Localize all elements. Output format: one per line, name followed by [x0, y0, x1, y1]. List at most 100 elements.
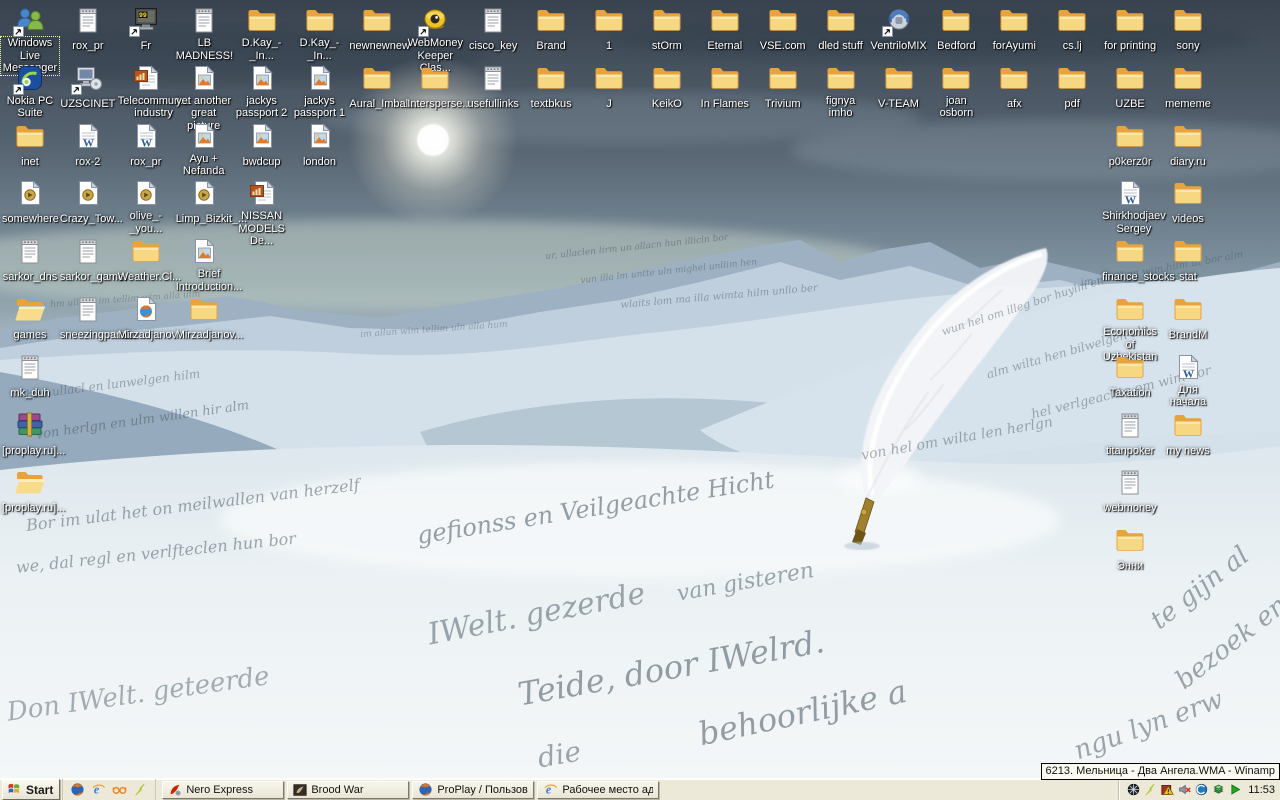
taskbar-task-proplay-пользова[interactable]: ProPlay / Пользова...	[412, 781, 534, 799]
desktop-icon-mk-duh[interactable]: mk_duh	[1, 351, 59, 401]
desktop-icon-uzbe[interactable]: UZBE	[1101, 62, 1159, 112]
svg-text:W: W	[141, 137, 152, 149]
desktop-icon-newnewnew[interactable]: newnewnew	[348, 4, 406, 54]
desktop-icon-titanpoker[interactable]: titanpoker	[1101, 409, 1159, 459]
desktop-icon-videos[interactable]: videos	[1159, 177, 1217, 227]
desktop-icon-bwdcup[interactable]: bwdcup	[233, 120, 291, 170]
play-triangle-tray-icon[interactable]	[1228, 783, 1242, 797]
muted-volume-tray-icon[interactable]	[1177, 783, 1191, 797]
desktop-icon-mirzadjanov[interactable]: Mirzadjanov	[117, 293, 175, 343]
desktop-icon-joan-osborn[interactable]: joan osborn	[927, 62, 985, 122]
firefox-icon[interactable]	[69, 782, 85, 798]
desktop-icon-for-printing[interactable]: for printing	[1101, 4, 1159, 54]
desktop-icon-in-flames[interactable]: In Flames	[696, 62, 754, 112]
desktop-icon-fignya-imho[interactable]: fignya imho	[812, 62, 870, 122]
desktop-icon-dled-stuff[interactable]: dled stuff	[812, 4, 870, 54]
icon-label: mememe	[1164, 98, 1212, 111]
desktop-icon-sony[interactable]: sony	[1159, 4, 1217, 54]
desktop-icon-storm[interactable]: stOrm	[638, 4, 696, 54]
icon-label: VentriloMIX	[870, 40, 928, 53]
desktop-icon-brand[interactable]: Brand	[522, 4, 580, 54]
desktop-icon-ayu-nefanda[interactable]: Ayu + Nefanda	[175, 120, 233, 180]
desktop-icon-nokia-pc-suite[interactable]: Nokia PC Suite	[1, 62, 59, 122]
desktop-icon-stat[interactable]: stat	[1159, 235, 1217, 285]
desktop-icon-nissan-models-de[interactable]: NISSAN MODELS De...	[233, 177, 291, 249]
taskbar-task-nero-express[interactable]: Nero Express	[162, 781, 284, 799]
desktop-icon-ventrilomix[interactable]: VentriloMIX	[870, 4, 928, 54]
desktop-icon-1[interactable]: 1	[580, 4, 638, 54]
desktop-icon-taxation[interactable]: Taxation	[1101, 351, 1159, 401]
desktop-icon-games[interactable]: games	[1, 293, 59, 343]
warning-shield-tray-icon[interactable]	[1160, 783, 1174, 797]
desktop-icon-telecommun-industry[interactable]: Telecommun... industry	[117, 62, 175, 122]
desktop-icon-j[interactable]: J	[580, 62, 638, 112]
desktop-icon-aural-imbal[interactable]: Aural_Imbal...	[348, 62, 406, 112]
desktop-icon-diary-ru[interactable]: diary.ru	[1159, 120, 1217, 170]
dark-globe-tray-icon[interactable]	[1126, 783, 1140, 797]
desktop-icon-my-news[interactable]: my news	[1159, 409, 1217, 459]
desktop-icon-webmoney[interactable]: webmoney	[1101, 466, 1159, 516]
desktop-icon-jackys-passport-2[interactable]: jackys passport 2	[233, 62, 291, 122]
blue-disc-tray-icon[interactable]	[1194, 783, 1208, 797]
glasses-icon[interactable]	[111, 782, 127, 798]
taskbar-task-рабочее-место-адм[interactable]: eРабочее место адм...	[537, 781, 659, 799]
desktop-icon-vse-com[interactable]: VSE.com	[754, 4, 812, 54]
green-stack-tray-icon[interactable]	[1211, 783, 1225, 797]
icon-label: Mirzadjanov	[117, 329, 178, 342]
desktop-icon-olive-you[interactable]: olive_-_you...	[117, 177, 175, 237]
desktop-icon-finance-stocks[interactable]: finance_stocks	[1101, 235, 1159, 285]
desktop-icon-textbkus[interactable]: textbkus	[522, 62, 580, 112]
desktop-icon-mirzadjanov[interactable]: Mirzadjanov...	[175, 293, 233, 343]
desktop-icon-для-начала[interactable]: WДля начала	[1159, 351, 1217, 411]
desktop-icon-usefullinks[interactable]: usefullinks	[464, 62, 522, 112]
desktop-icon-proplay-ru[interactable]: [proplay.ru]...	[1, 466, 59, 516]
desktop-icon-bedford[interactable]: Bedford	[927, 4, 985, 54]
desktop-icon-limp-bizkit[interactable]: Limp_Bizkit_...	[175, 177, 233, 227]
desktop-icon-brandm[interactable]: BrandM	[1159, 293, 1217, 343]
desktop-icon-rox-pr[interactable]: rox_pr	[59, 4, 117, 54]
desktop-icon-jackys-passport-1[interactable]: jackys passport 1	[291, 62, 349, 122]
icon-label: textbkus	[530, 98, 573, 111]
desktop-icon-inet[interactable]: inet	[1, 120, 59, 170]
desktop-icon-rox-2[interactable]: Wrox-2	[59, 120, 117, 170]
desktop-icon-somewhere[interactable]: somewhere	[1, 177, 59, 227]
quick-launch: e	[62, 779, 156, 800]
desktop-icon-proplay-ru[interactable]: [proplay.ru]...	[1, 409, 59, 459]
desktop-icon-eternal[interactable]: Eternal	[696, 4, 754, 54]
desktop-icon-p0kerz0r[interactable]: p0kerz0r	[1101, 120, 1159, 170]
desktop-icon-shirkhodjaev-sergey[interactable]: WShirkhodjaev Sergey	[1101, 177, 1159, 237]
desktop-icon-forayumi[interactable]: forAyumi	[985, 4, 1043, 54]
desktop-icon-intersperse[interactable]: Intersperse...	[406, 62, 464, 112]
desktop-icon-fr[interactable]: 99Fr	[117, 4, 175, 54]
imagedoc-icon	[246, 120, 278, 152]
taskbar-task-brood-war[interactable]: Brood War	[287, 781, 409, 799]
desktop-icon-trivium[interactable]: Trivium	[754, 62, 812, 112]
desktop-icon-mememe[interactable]: mememe	[1159, 62, 1217, 112]
desktop-icon-cs-lj[interactable]: cs.lj	[1043, 4, 1101, 54]
desktop-icon-rox-pr[interactable]: Wrox_pr	[117, 120, 175, 170]
desktop[interactable]: ur, ullaclen lirm un allacn hun illicln …	[0, 0, 1280, 778]
desktop-icon-d-kay-in[interactable]: D.Kay_-_In...	[233, 4, 291, 64]
lightning-tray-icon[interactable]	[1143, 783, 1157, 797]
desktop-icon-weather-cl[interactable]: Weather.Cl...	[117, 235, 175, 285]
desktop-icon-sarkor-dns[interactable]: sarkor_dns	[1, 235, 59, 285]
desktop-icon-d-kay-in[interactable]: D.Kay_-_In...	[291, 4, 349, 64]
desktop-icon-crazy-tow[interactable]: Crazy_Tow...	[59, 177, 117, 227]
desktop-icon-sarkor-gamer[interactable]: sarkor_gamer	[59, 235, 117, 285]
desktop-icon-lb-madness[interactable]: LB MADNESS!	[175, 4, 233, 64]
desktop-icon-pdf[interactable]: pdf	[1043, 62, 1101, 112]
desktop-icon-brief-introduction[interactable]: Brief Introduction...	[175, 235, 233, 295]
lightning-icon[interactable]	[132, 782, 148, 798]
broodwar-icon	[293, 783, 307, 797]
icon-label: Ayu + Nefanda	[175, 153, 233, 178]
desktop-icon-cisco-key[interactable]: cisco_key	[464, 4, 522, 54]
desktop-icon-london[interactable]: london	[291, 120, 349, 170]
desktop-icon-afx[interactable]: afx	[985, 62, 1043, 112]
desktop-icon-энни[interactable]: Энни	[1101, 524, 1159, 574]
start-button[interactable]: Start	[2, 779, 60, 800]
desktop-icon-sneezingpanda[interactable]: sneezingpanda	[59, 293, 117, 343]
desktop-icon-v-team[interactable]: V-TEAM	[870, 62, 928, 112]
internet-explorer-icon[interactable]: e	[90, 782, 106, 798]
desktop-icon-keiko[interactable]: KeikO	[638, 62, 696, 112]
desktop-icon-uzscinet[interactable]: UZSCINET	[59, 62, 117, 112]
